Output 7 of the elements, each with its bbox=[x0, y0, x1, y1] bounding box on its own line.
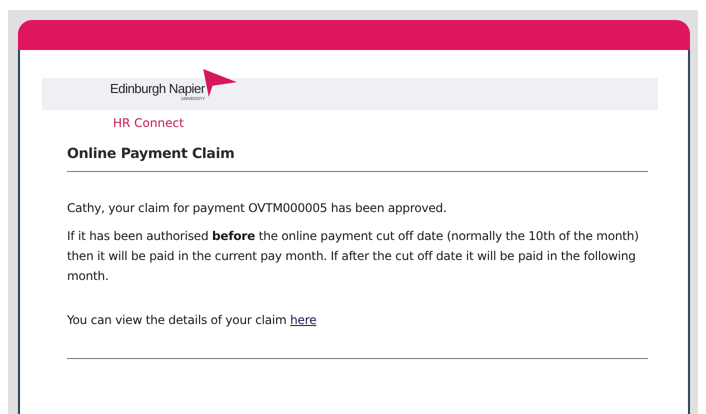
message-title: Online Payment Claim bbox=[67, 146, 234, 162]
portal-name: HR Connect bbox=[113, 116, 184, 130]
link-sentence: You can view the details of your claim here bbox=[67, 312, 316, 329]
message-paragraph: If it has been authorised before the online payment cut off date (normally the 10th of the month) then it will be paid in the current pay month. If after the cut off date it will be paid in the following month. bbox=[67, 228, 640, 285]
message-paragraph: Cathy, your claim for payment OVTM000005 has been approved. bbox=[67, 200, 448, 217]
university-name: Edinburgh Napier bbox=[110, 81, 205, 96]
claim-link[interactable]: here bbox=[290, 313, 316, 327]
